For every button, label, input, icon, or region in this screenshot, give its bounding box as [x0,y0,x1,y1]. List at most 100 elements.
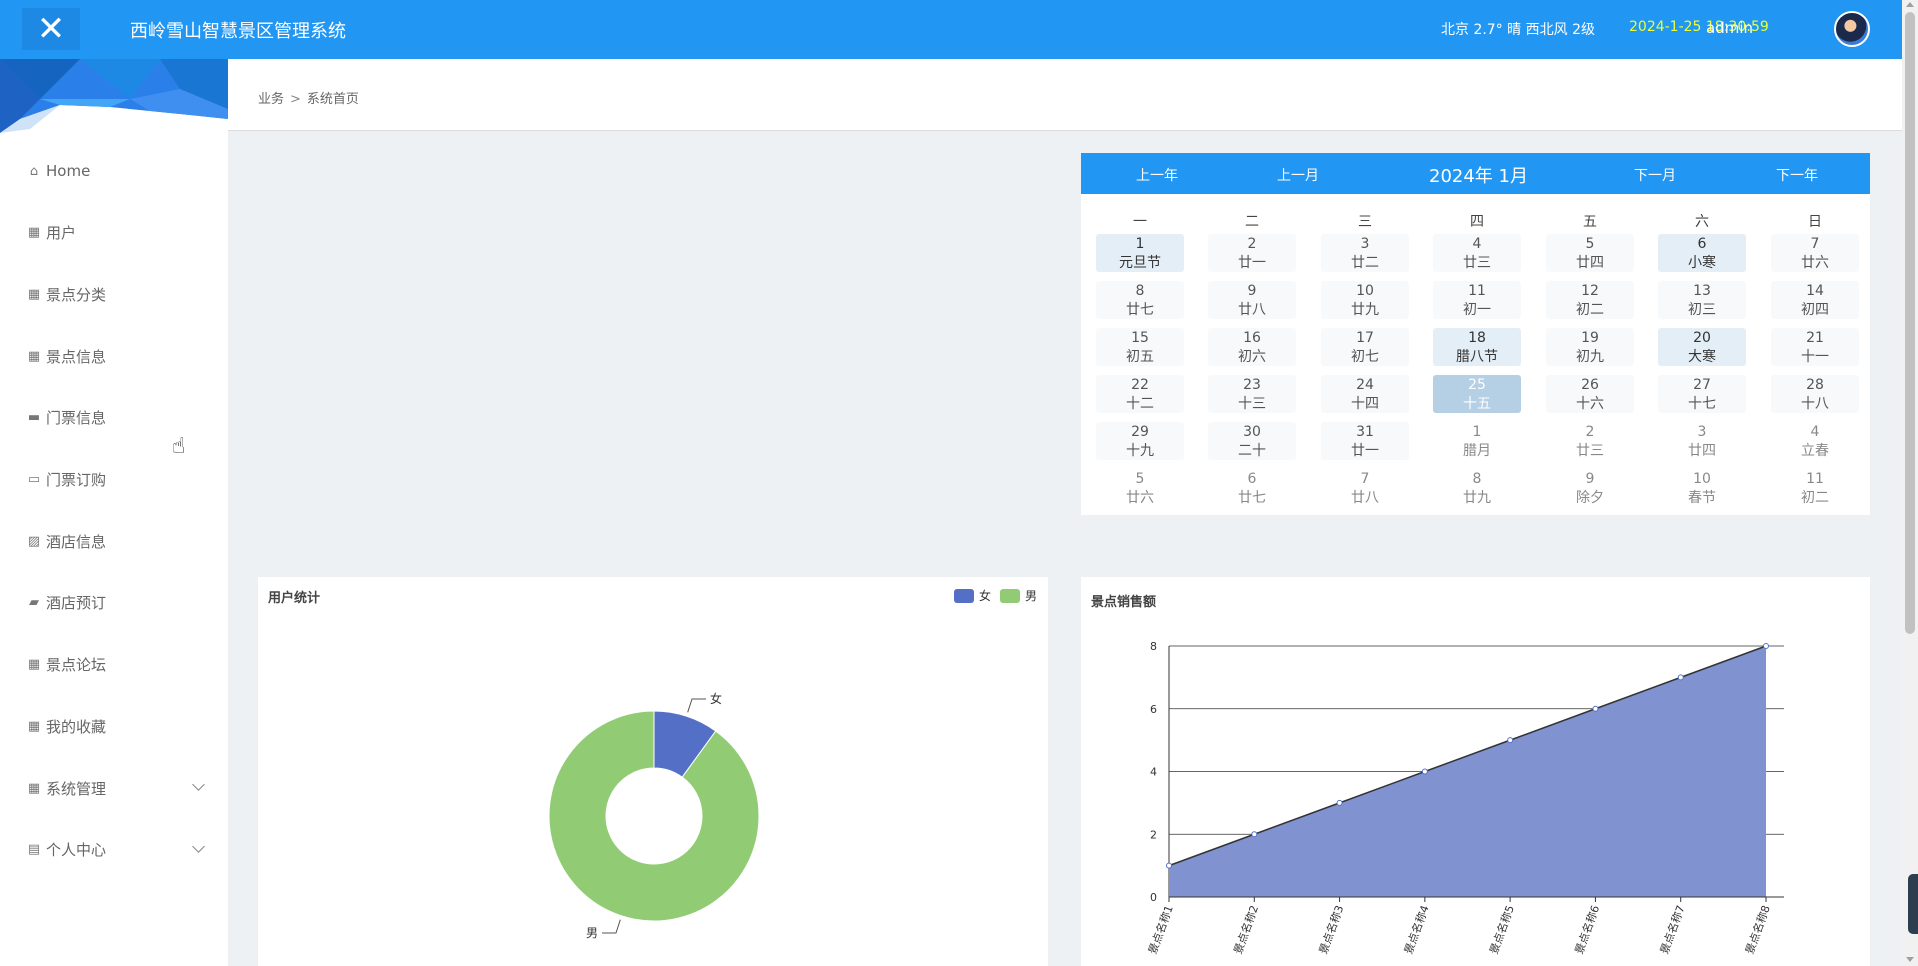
scroll-thumb[interactable] [1905,12,1915,634]
calendar-day[interactable]: 30 二十 [1208,422,1296,460]
lunar-date: 十五 [1463,396,1491,412]
calendar-day[interactable]: 25 十五 [1433,375,1521,413]
lunar-date: 初四 [1801,302,1829,318]
calendar-day[interactable]: 11 初一 [1433,281,1521,319]
calendar-day[interactable]: 29 十九 [1096,422,1184,460]
next-month-button[interactable]: 下一月 [1634,165,1676,185]
lunar-date: 廿二 [1351,255,1379,271]
sidebar-item-6[interactable]: ▨ 酒店信息 [0,521,228,561]
lunar-date: 十一 [1801,349,1829,365]
calendar-day[interactable]: 7 廿八 [1321,469,1409,507]
calendar-day[interactable]: 4 立春 [1771,422,1859,460]
page-scrollbar[interactable] [1902,0,1918,966]
sidebar-item-1[interactable]: ▦ 用户 [0,213,228,253]
data-point[interactable] [1251,831,1258,838]
weekday-label: 四 [1470,214,1484,230]
sidebar: ⌂ Home ▦ 用户 ▦ 景点分类 ▦ 景点信息 ▬ 门票信息 ▭ 门票订购 ▨ 酒店信息 ▰ 酒店预订 ▦ 景… [0,59,228,966]
data-point[interactable] [1592,705,1599,712]
calendar-day[interactable]: 5 廿六 [1096,469,1184,507]
sidebar-item-9[interactable]: ▦ 我的收藏 [0,706,228,746]
home-icon: ⌂ [29,163,39,179]
calendar-day[interactable]: 2 廿三 [1546,422,1634,460]
calendar-day[interactable]: 20 大寒 [1658,328,1746,366]
calendar-day[interactable]: 3 廿二 [1321,234,1409,272]
calendar-day[interactable]: 5 廿四 [1546,234,1634,272]
calendar-day[interactable]: 8 廿九 [1433,469,1521,507]
next-year-button[interactable]: 下一年 [1776,165,1818,185]
calendar-day[interactable]: 16 初六 [1208,328,1296,366]
weather-info: 北京 2.7° 晴 西北风 2级 [1441,22,1595,38]
pie-slice[interactable] [548,710,760,922]
side-tab-handle[interactable] [1908,874,1918,934]
prev-month-button[interactable]: 上一月 [1277,165,1319,185]
calendar-day[interactable]: 22 十二 [1096,375,1184,413]
sidebar-item-3[interactable]: ▦ 景点信息 [0,336,228,376]
lunar-date: 廿四 [1576,255,1604,271]
calendar-day[interactable]: 13 初三 [1658,281,1746,319]
sidebar-item-label: 系统管理 [46,779,107,798]
data-point[interactable] [1677,674,1684,681]
calendar-day[interactable]: 15 初五 [1096,328,1184,366]
day-number: 16 [1243,330,1261,346]
calendar-day[interactable]: 8 廿七 [1096,281,1184,319]
lunar-date: 腊月 [1463,443,1491,459]
calendar-day[interactable]: 2 廿一 [1208,234,1296,272]
sidebar-item-8[interactable]: ▦ 景点论坛 [0,645,228,685]
calendar-day[interactable]: 12 初二 [1546,281,1634,319]
data-point[interactable] [1507,737,1514,744]
calendar-day[interactable]: 21 十一 [1771,328,1859,366]
scroll-down-icon[interactable] [1906,957,1914,962]
day-number: 30 [1243,424,1261,440]
lunar-date: 廿三 [1463,255,1491,271]
sidebar-item-11[interactable]: ▤ 个人中心 [0,830,228,870]
calendar-day[interactable]: 7 廿六 [1771,234,1859,272]
calendar-day[interactable]: 11 初二 [1771,469,1859,507]
pie-label-line [601,919,621,934]
day-number: 20 [1693,330,1711,346]
calendar-day[interactable]: 3 廿四 [1658,422,1746,460]
lunar-date: 初三 [1688,302,1716,318]
calendar-day[interactable]: 1 元旦节 [1096,234,1184,272]
calendar-day[interactable]: 10 春节 [1658,469,1746,507]
data-point[interactable] [1421,768,1428,775]
calendar-day[interactable]: 19 初九 [1546,328,1634,366]
calendar-day[interactable]: 23 十三 [1208,375,1296,413]
calendar-day[interactable]: 9 廿八 [1208,281,1296,319]
close-icon[interactable]: ✕ [22,8,80,50]
lunar-date: 十七 [1688,396,1716,412]
calendar-day[interactable]: 31 廿一 [1321,422,1409,460]
sidebar-item-2[interactable]: ▦ 景点分类 [0,274,228,314]
calendar-day[interactable]: 10 廿九 [1321,281,1409,319]
calendar-day[interactable]: 1 腊月 [1433,422,1521,460]
lunar-date: 廿六 [1801,255,1829,271]
calendar-day[interactable]: 9 除夕 [1546,469,1634,507]
sidebar-item-7[interactable]: ▰ 酒店预订 [0,583,228,623]
grid-icon: ▦ [27,286,41,302]
calendar-day[interactable]: 26 十六 [1546,375,1634,413]
lunar-date: 小寒 [1688,255,1716,271]
calendar-day[interactable]: 6 小寒 [1658,234,1746,272]
calendar-day[interactable]: 28 十八 [1771,375,1859,413]
grid-icon: ▦ [27,780,41,796]
calendar-day[interactable]: 24 十四 [1321,375,1409,413]
breadcrumb-root[interactable]: 业务 [258,92,284,107]
data-point[interactable] [1166,862,1172,869]
calendar-day[interactable]: 6 廿七 [1208,469,1296,507]
sidebar-item-4[interactable]: ▬ 门票信息 [0,398,228,438]
prev-year-button[interactable]: 上一年 [1136,165,1178,185]
calendar-day[interactable]: 4 廿三 [1433,234,1521,272]
day-number: 11 [1806,471,1824,487]
avatar[interactable] [1834,11,1870,47]
username[interactable]: admin [1706,19,1753,37]
day-number: 1 [1472,424,1482,440]
calendar-day[interactable]: 14 初四 [1771,281,1859,319]
sidebar-item-0[interactable]: ⌂ Home [0,151,228,191]
sidebar-item-5[interactable]: ▭ 门票订购 [0,460,228,500]
calendar-day[interactable]: 27 十七 [1658,375,1746,413]
calendar-day[interactable]: 18 腊八节 [1433,328,1521,366]
calendar-day[interactable]: 17 初七 [1321,328,1409,366]
sidebar-item-10[interactable]: ▦ 系统管理 [0,768,228,808]
data-point[interactable] [1336,799,1343,806]
data-point[interactable] [1763,643,1769,649]
scroll-up-icon[interactable] [1906,2,1914,7]
